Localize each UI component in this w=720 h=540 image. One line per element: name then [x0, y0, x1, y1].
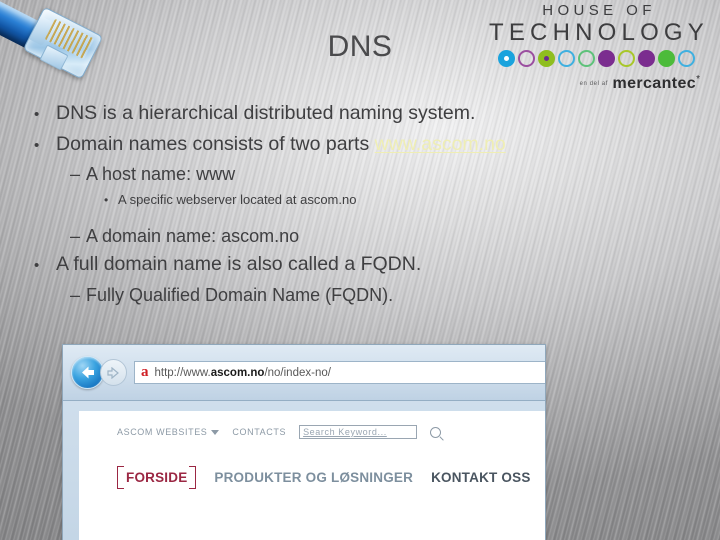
hyperlink-ascom[interactable]: www.ascom.no: [375, 133, 506, 155]
forward-arrow-icon[interactable]: [100, 359, 127, 386]
ascom-web-page: ASCOM WEBSITES CONTACTS Search Keyword..…: [79, 411, 545, 540]
bullet-level-2: – A host name: www: [28, 160, 628, 188]
url-prefix: http://www.: [154, 366, 211, 379]
bullet-text: Fully Qualified Domain Name (FQDN).: [86, 284, 394, 305]
browser-screenshot-image: a http://www. ascom.no/no/index-no/ ASCOM…: [62, 344, 546, 540]
chevron-down-icon: [211, 430, 220, 435]
bullet-text: A full domain name is also called a FQDN…: [56, 253, 422, 275]
bullet-marker: •: [34, 257, 40, 274]
bullet-list: • DNS is a hierarchical distributed namin…: [28, 99, 628, 309]
bullet-text: DNS is a hierarchical distributed naming…: [56, 102, 476, 124]
bullet-marker: –: [70, 226, 81, 246]
slide: HOUSE OF TECHNOLOGY en del af mercantec*…: [0, 0, 720, 540]
address-bar[interactable]: a http://www. ascom.no/no/index-no/: [134, 361, 545, 384]
bullet-level-1: • Domain names consists of two parts www.…: [28, 130, 628, 161]
ascom-websites-menu[interactable]: ASCOM WEBSITES: [117, 427, 220, 437]
bullet-level-2: – Fully Qualified Domain Name (FQDN).: [28, 281, 628, 309]
search-input[interactable]: Search Keyword...: [299, 425, 418, 439]
bullet-marker: •: [34, 106, 40, 123]
tagline-prefix: en del af: [579, 81, 608, 88]
bullet-text: A host name: www: [86, 164, 236, 184]
bullet-level-1: • A full domain name is also called a FQD…: [28, 250, 628, 281]
logo-line-1: HOUSE OF: [542, 2, 656, 19]
bullet-text: A specific webserver located at ascom.no: [118, 192, 357, 207]
browser-toolbar: a http://www. ascom.no/no/index-no/: [63, 345, 545, 401]
nav-item-forside[interactable]: FORSIDE: [117, 466, 197, 489]
nav-item-kontakt[interactable]: KONTAKT OSS: [431, 470, 530, 485]
bullet-level-3: • A specific webserver located at ascom.n…: [28, 188, 628, 212]
site-utility-bar: ASCOM WEBSITES CONTACTS Search Keyword..…: [117, 425, 545, 439]
page-title: DNS: [327, 30, 393, 63]
favicon-icon: a: [141, 364, 149, 380]
search-icon[interactable]: [430, 426, 442, 438]
bullet-level-2: – A domain name: ascom.no: [28, 222, 628, 250]
bullet-spacer: [28, 212, 628, 222]
bullet-marker: •: [34, 136, 40, 154]
bullet-text: A domain name: ascom.no: [86, 226, 300, 246]
site-main-nav: FORSIDE PRODUKTER OG LØSNINGER KONTAKT O…: [117, 466, 545, 489]
nav-item-produkter[interactable]: PRODUKTER OG LØSNINGER: [214, 470, 413, 485]
tagline-star: *: [696, 74, 700, 86]
logo-tagline: en del af mercantec*: [480, 74, 712, 93]
browser-viewport: ASCOM WEBSITES CONTACTS Search Keyword..…: [63, 401, 545, 540]
bullet-level-1: • DNS is a hierarchical distributed namin…: [28, 99, 628, 130]
bullet-marker: •: [104, 193, 109, 207]
tagline-brand: mercantec: [612, 75, 697, 93]
bullet-marker: –: [70, 164, 81, 184]
contacts-link[interactable]: CONTACTS: [232, 427, 286, 437]
bullet-text: Domain names consists of two parts www.a…: [56, 132, 506, 155]
url-domain: ascom.no: [210, 366, 265, 379]
bullet-marker: –: [70, 284, 81, 305]
url-path: /no/index-no/: [264, 366, 331, 379]
